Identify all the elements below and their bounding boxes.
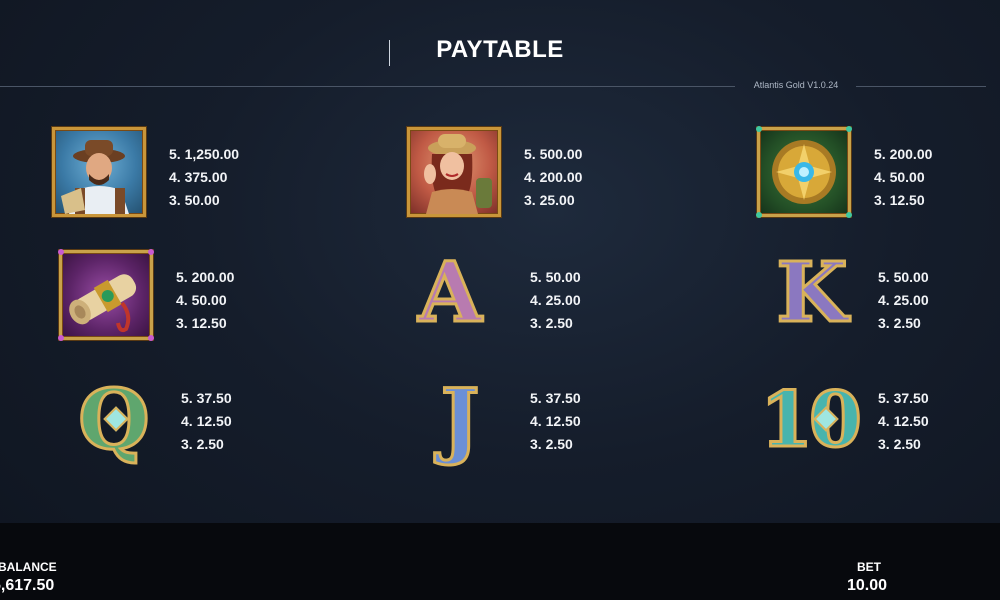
payout-4: 4. 25.00 xyxy=(530,292,581,308)
payout-5: 5. 37.50 xyxy=(530,390,581,406)
payout-list: 5. 200.00 4. 50.00 3. 12.50 xyxy=(176,266,234,335)
payout-4: 4. 200.00 xyxy=(524,169,583,185)
explorer-woman-symbol-icon xyxy=(407,127,501,217)
letter-a-symbol-icon: A xyxy=(417,245,484,341)
version-label: Atlantis Gold V1.0.24 xyxy=(753,80,839,90)
payout-3: 3. 2.50 xyxy=(530,436,573,452)
golden-compass-symbol-icon xyxy=(756,126,852,218)
payout-3: 3. 2.50 xyxy=(878,436,921,452)
payout-3: 3. 2.50 xyxy=(181,436,224,452)
payout-4: 4. 50.00 xyxy=(874,169,925,185)
balance-label: BALANCE xyxy=(0,560,57,574)
payout-5: 5. 50.00 xyxy=(878,269,929,285)
letter-j-symbol-icon: J xyxy=(439,371,481,470)
payout-3: 3. 25.00 xyxy=(524,192,575,208)
payout-3: 3. 2.50 xyxy=(878,315,921,331)
scroll-map-symbol-icon xyxy=(58,249,154,341)
payout-list: 5. 37.50 4. 12.50 3. 2.50 xyxy=(878,387,929,456)
payout-4: 4. 12.50 xyxy=(878,413,929,429)
footer-bar: BALANCE 5,617.50 BET 10.00 xyxy=(0,523,1000,600)
payout-list: 5. 50.00 4. 25.00 3. 2.50 xyxy=(530,266,581,335)
payout-4: 4. 12.50 xyxy=(181,413,232,429)
payout-4: 4. 50.00 xyxy=(176,292,227,308)
letter-k-symbol-icon: K xyxy=(775,245,849,341)
payout-3: 3. 50.00 xyxy=(169,192,220,208)
number-10-symbol-icon: 10 xyxy=(759,374,864,466)
payout-4: 4. 375.00 xyxy=(169,169,228,185)
divider-right xyxy=(856,86,986,87)
balance-value: 5,617.50 xyxy=(0,577,55,594)
payout-5: 5. 1,250.00 xyxy=(169,146,240,162)
payout-5: 5. 200.00 xyxy=(874,146,933,162)
payout-list: 5. 1,250.00 4. 375.00 3. 50.00 xyxy=(169,143,239,212)
payout-list: 5. 37.50 4. 12.50 3. 2.50 xyxy=(530,387,581,456)
explorer-man-symbol-icon xyxy=(52,127,146,217)
payout-3: 3. 12.50 xyxy=(176,315,227,331)
payout-3: 3. 12.50 xyxy=(874,192,925,208)
payout-4: 4. 25.00 xyxy=(878,292,929,308)
bet-label: BET xyxy=(857,560,881,574)
payout-3: 3. 2.50 xyxy=(530,315,573,331)
payout-5: 5. 200.00 xyxy=(176,269,235,285)
bet-value: 10.00 xyxy=(847,577,888,594)
divider-left xyxy=(0,86,735,87)
payout-5: 5. 37.50 xyxy=(181,390,232,406)
payout-5: 5. 37.50 xyxy=(878,390,929,406)
payout-list: 5. 37.50 4. 12.50 3. 2.50 xyxy=(181,387,232,456)
payout-4: 4. 12.50 xyxy=(530,413,581,429)
payout-list: 5. 50.00 4. 25.00 3. 2.50 xyxy=(878,266,929,335)
text-caret xyxy=(389,40,390,66)
payout-5: 5. 50.00 xyxy=(530,269,581,285)
page-title: PAYTABLE xyxy=(436,36,564,63)
payout-list: 5. 200.00 4. 50.00 3. 12.50 xyxy=(874,143,932,212)
payout-5: 5. 500.00 xyxy=(524,146,583,162)
payout-list: 5. 500.00 4. 200.00 3. 25.00 xyxy=(524,143,582,212)
